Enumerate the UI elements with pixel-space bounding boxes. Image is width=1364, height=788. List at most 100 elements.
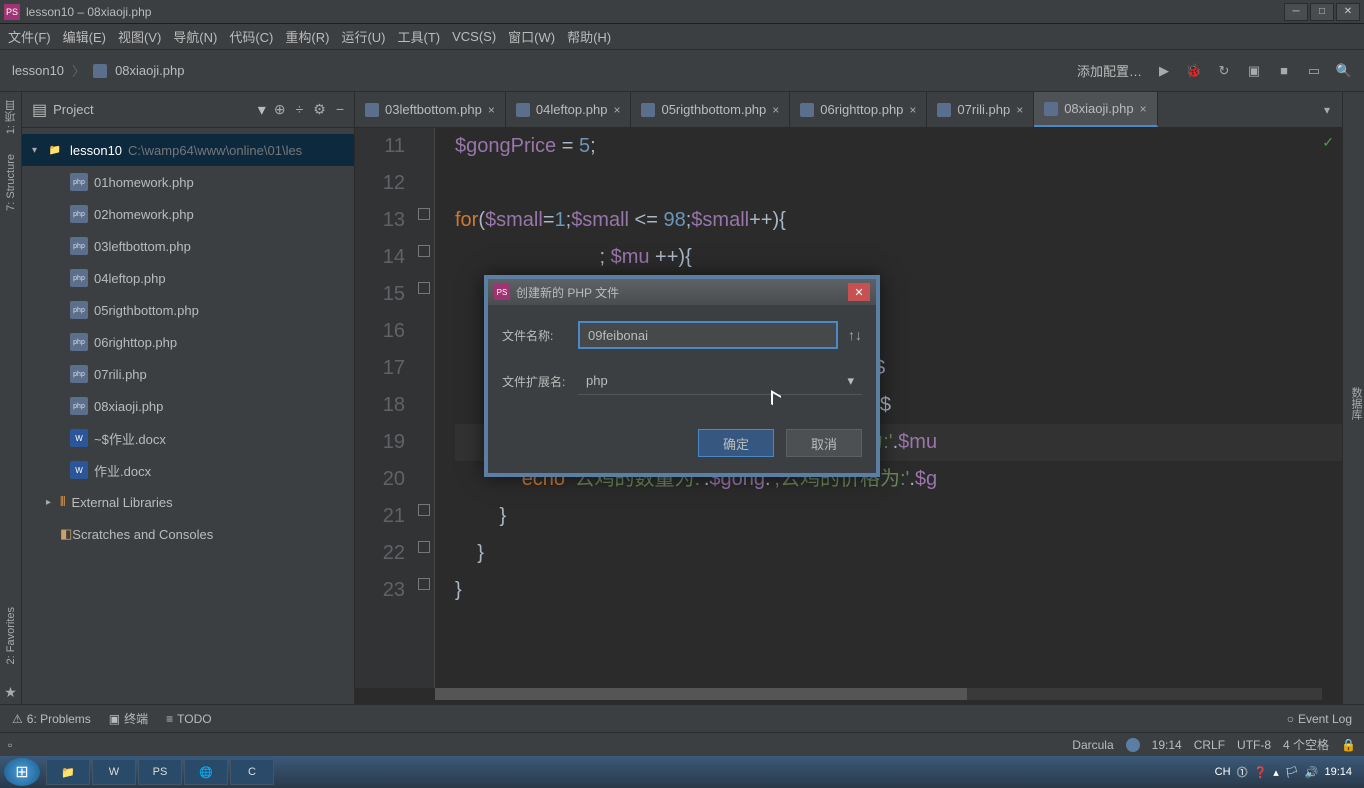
collapse-icon[interactable]: − (336, 101, 344, 118)
tab[interactable]: 04leftop.php× (506, 92, 632, 127)
tab[interactable]: 03leftbottom.php× (355, 92, 506, 127)
profile-icon[interactable]: ▣ (1246, 63, 1262, 79)
file-item[interactable]: php06righttop.php (22, 326, 354, 358)
menu-vcs[interactable]: VCS(S) (452, 29, 496, 44)
stop-icon[interactable]: ■ (1276, 63, 1292, 79)
tray-icon[interactable]: 🔊 (1305, 766, 1319, 779)
scratches[interactable]: ◧Scratches and Consoles (22, 518, 354, 550)
maximize-button[interactable]: □ (1310, 3, 1334, 21)
menu-tools[interactable]: 工具(T) (397, 27, 440, 46)
filename-input[interactable] (578, 321, 838, 349)
horizontal-scrollbar[interactable] (435, 688, 1322, 700)
close-icon[interactable]: × (488, 103, 495, 117)
task-item[interactable]: PS (138, 759, 182, 785)
status-left-icon[interactable]: ▫ (8, 738, 12, 752)
tray-icon[interactable]: ❓ (1254, 766, 1268, 779)
expand-icon[interactable]: ▸ (46, 497, 60, 508)
theme-label[interactable]: Darcula (1072, 738, 1113, 752)
run-icon[interactable]: ▶ (1156, 63, 1172, 79)
todo-button[interactable]: ≡ TODO (166, 710, 211, 727)
tray-icon[interactable]: ⓵ (1237, 764, 1248, 780)
search-icon[interactable]: 🔍 (1336, 63, 1352, 79)
run-config-dropdown[interactable]: 添加配置… (1077, 61, 1142, 80)
tab-active[interactable]: 08xiaoji.php× (1034, 92, 1157, 127)
debug-icon[interactable]: 🐞 (1186, 63, 1202, 79)
dialog-close-button[interactable]: ✕ (848, 283, 870, 301)
ok-button[interactable]: 确定 (698, 429, 774, 457)
external-libraries[interactable]: ▸⫴External Libraries (22, 486, 354, 518)
breadcrumb-file[interactable]: 08xiaoji.php (115, 63, 184, 78)
close-button[interactable]: ✕ (1336, 3, 1360, 21)
encoding[interactable]: UTF-8 (1237, 738, 1271, 752)
dialog-titlebar[interactable]: PS 创建新的 PHP 文件 ✕ (488, 279, 876, 305)
menu-window[interactable]: 窗口(W) (508, 27, 555, 46)
file-item[interactable]: php01homework.php (22, 166, 354, 198)
file-item[interactable]: php03leftbottom.php (22, 230, 354, 262)
menu-edit[interactable]: 编辑(E) (63, 27, 106, 46)
fold-icon[interactable] (418, 282, 430, 294)
menu-run[interactable]: 运行(U) (341, 27, 385, 46)
expand-icon[interactable]: ▾ (32, 145, 46, 156)
fold-icon[interactable] (418, 578, 430, 590)
menu-file[interactable]: 文件(F) (8, 27, 51, 46)
task-item[interactable]: 🌐 (184, 759, 228, 785)
breadcrumb-project[interactable]: lesson10 (12, 63, 64, 78)
sidebar-title[interactable]: Project (53, 102, 258, 117)
gear-icon[interactable]: ⚙ (313, 101, 326, 118)
star-icon[interactable]: ★ (4, 684, 17, 704)
rail-project[interactable]: 1: 项目 (3, 100, 19, 134)
system-tray[interactable]: CH ⓵ ❓ ▴ 🏳 🔊 19:14 (1215, 764, 1360, 780)
terminal-button[interactable]: ▣ 终端 (109, 710, 148, 727)
menu-code[interactable]: 代码(C) (229, 27, 273, 46)
extension-dropdown[interactable]: php ▾ (578, 367, 862, 395)
event-log-button[interactable]: ○ Event Log (1287, 712, 1352, 726)
menu-view[interactable]: 视图(V) (118, 27, 161, 46)
fold-icon[interactable] (418, 245, 430, 257)
close-icon[interactable]: × (613, 103, 620, 117)
indent[interactable]: 4 个空格 (1283, 736, 1329, 753)
file-item[interactable]: W~$作业.docx (22, 422, 354, 454)
coverage-icon[interactable]: ↻ (1216, 63, 1232, 79)
close-icon[interactable]: × (1016, 103, 1023, 117)
sort-icon[interactable]: ↑↓ (848, 327, 862, 343)
tab-overflow-icon[interactable]: ▾ (1312, 92, 1342, 127)
fold-icon[interactable] (418, 504, 430, 516)
tab[interactable]: 07rili.php× (927, 92, 1034, 127)
theme-dot-icon[interactable] (1126, 738, 1140, 752)
file-item[interactable]: php04leftop.php (22, 262, 354, 294)
task-item[interactable]: 📁 (46, 759, 90, 785)
rail-favorites[interactable]: 2: Favorites (5, 607, 17, 664)
menu-refactor[interactable]: 重构(R) (285, 27, 329, 46)
file-item[interactable]: php05rigthbottom.php (22, 294, 354, 326)
tab[interactable]: 06righttop.php× (790, 92, 927, 127)
task-item[interactable]: W (92, 759, 136, 785)
layout-icon[interactable]: ▭ (1306, 63, 1322, 79)
close-icon[interactable]: × (772, 103, 779, 117)
locate-icon[interactable]: ⊕ (274, 101, 286, 118)
right-tool-rail[interactable]: 数据库 (1342, 92, 1364, 704)
menu-navigate[interactable]: 导航(N) (173, 27, 217, 46)
file-item[interactable]: php02homework.php (22, 198, 354, 230)
chevron-down-icon[interactable]: ▾ (258, 100, 266, 120)
task-item[interactable]: C (230, 759, 274, 785)
tab[interactable]: 05rigthbottom.php× (631, 92, 790, 127)
problems-button[interactable]: ⚠ 6: Problems (12, 710, 91, 727)
tray-icon[interactable]: ▴ (1273, 766, 1279, 779)
close-icon[interactable]: × (909, 103, 916, 117)
tray-icon[interactable]: 🏳 (1285, 766, 1299, 779)
scroll-thumb[interactable] (435, 688, 967, 700)
divide-icon[interactable]: ÷ (296, 101, 304, 118)
rail-structure[interactable]: 7: Structure (5, 154, 17, 211)
minimize-button[interactable]: ─ (1284, 3, 1308, 21)
file-item[interactable]: php07rili.php (22, 358, 354, 390)
lock-icon[interactable]: 🔒 (1341, 738, 1356, 752)
cancel-button[interactable]: 取消 (786, 429, 862, 457)
file-item[interactable]: W作业.docx (22, 454, 354, 486)
fold-column[interactable] (415, 128, 435, 688)
file-item[interactable]: php08xiaoji.php (22, 390, 354, 422)
line-separator[interactable]: CRLF (1194, 738, 1225, 752)
fold-icon[interactable] (418, 208, 430, 220)
fold-icon[interactable] (418, 541, 430, 553)
tree-root[interactable]: ▾ 📁 lesson10 C:\wamp64\www\online\01\les (22, 134, 354, 166)
menu-help[interactable]: 帮助(H) (567, 27, 611, 46)
